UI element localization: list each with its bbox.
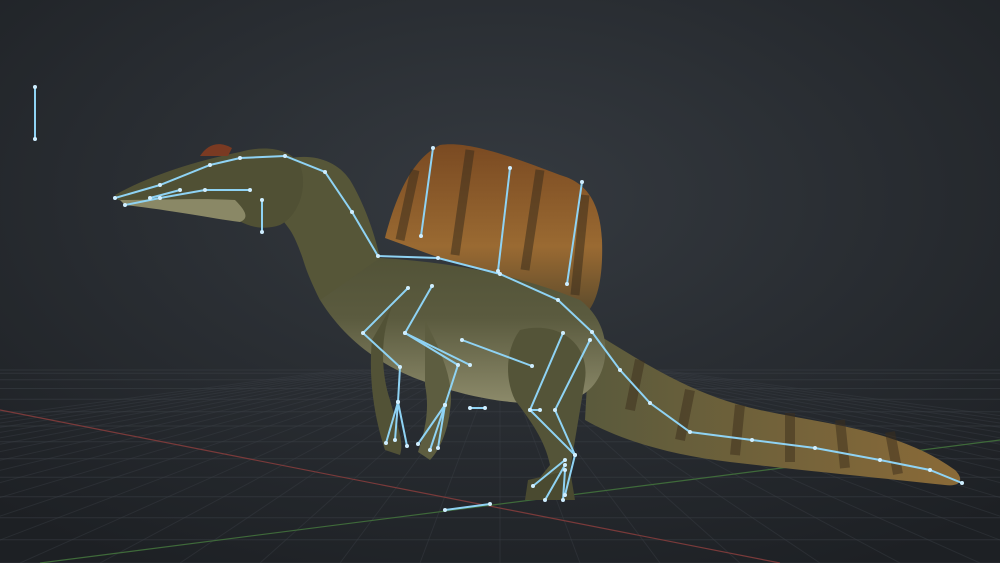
rig-joint[interactable] <box>178 188 182 192</box>
rig-joint[interactable] <box>238 156 242 160</box>
rig-joint[interactable] <box>436 446 440 450</box>
rig-joint[interactable] <box>460 338 464 342</box>
rig-joint[interactable] <box>361 331 365 335</box>
rig-joint[interactable] <box>556 298 560 302</box>
rig-joint[interactable] <box>208 163 212 167</box>
rig-joint[interactable] <box>488 502 492 506</box>
rig-joint[interactable] <box>813 446 817 450</box>
rig-joint[interactable] <box>496 269 500 273</box>
rig-joint[interactable] <box>158 183 162 187</box>
rig-joint[interactable] <box>350 210 354 214</box>
rig-joint[interactable] <box>406 286 410 290</box>
rig-joint[interactable] <box>531 484 535 488</box>
rig-joint[interactable] <box>553 408 557 412</box>
rig-joint[interactable] <box>538 408 542 412</box>
rig-joint[interactable] <box>878 458 882 462</box>
rig-joint[interactable] <box>396 400 400 404</box>
rig-joint[interactable] <box>248 188 252 192</box>
rig-joint[interactable] <box>508 166 512 170</box>
rig-joint[interactable] <box>750 438 754 442</box>
rig-joint[interactable] <box>468 406 472 410</box>
rig-joint[interactable] <box>648 401 652 405</box>
rig-joint[interactable] <box>563 463 567 467</box>
rig-joint[interactable] <box>403 331 407 335</box>
rig-joint[interactable] <box>688 430 692 434</box>
rig-joint[interactable] <box>530 364 534 368</box>
rig-joint[interactable] <box>419 234 423 238</box>
rig-joint[interactable] <box>398 365 402 369</box>
rig-joint[interactable] <box>428 448 432 452</box>
rig-joint[interactable] <box>588 338 592 342</box>
rig-joint[interactable] <box>260 198 264 202</box>
viewport-scene[interactable] <box>0 0 1000 563</box>
rig-joint[interactable] <box>113 196 117 200</box>
rig-joint[interactable] <box>483 406 487 410</box>
rig-joint[interactable] <box>561 331 565 335</box>
rig-joint[interactable] <box>561 498 565 502</box>
rig-joint[interactable] <box>405 444 409 448</box>
rig-joint[interactable] <box>565 282 569 286</box>
rig-joint[interactable] <box>158 196 162 200</box>
rig-joint[interactable] <box>203 188 207 192</box>
rig-joint[interactable] <box>573 453 577 457</box>
rig-joint[interactable] <box>618 368 622 372</box>
rig-joint[interactable] <box>123 203 127 207</box>
rig-joint[interactable] <box>563 493 567 497</box>
rig-joint[interactable] <box>456 363 460 367</box>
rig-joint[interactable] <box>431 146 435 150</box>
rig-joint[interactable] <box>590 330 594 334</box>
rig-joint[interactable] <box>376 254 380 258</box>
rig-joint[interactable] <box>260 230 264 234</box>
rig-joint[interactable] <box>928 468 932 472</box>
rig-joint[interactable] <box>436 256 440 260</box>
rig-joint[interactable] <box>393 438 397 442</box>
3d-viewport[interactable] <box>0 0 1000 563</box>
rig-joint[interactable] <box>416 442 420 446</box>
rig-joint[interactable] <box>148 196 152 200</box>
rig-joint[interactable] <box>468 363 472 367</box>
rig-joint[interactable] <box>580 180 584 184</box>
rig-joint[interactable] <box>563 458 567 462</box>
rig-joint[interactable] <box>563 468 567 472</box>
rig-joint[interactable] <box>528 408 532 412</box>
rig-joint[interactable] <box>283 154 287 158</box>
rig-joint[interactable] <box>430 284 434 288</box>
rig-joint[interactable] <box>443 508 447 512</box>
rig-joint[interactable] <box>323 170 327 174</box>
rig-joint[interactable] <box>384 441 388 445</box>
rig-joint[interactable] <box>960 481 964 485</box>
rig-joint[interactable] <box>443 403 447 407</box>
rig-joint[interactable] <box>543 498 547 502</box>
